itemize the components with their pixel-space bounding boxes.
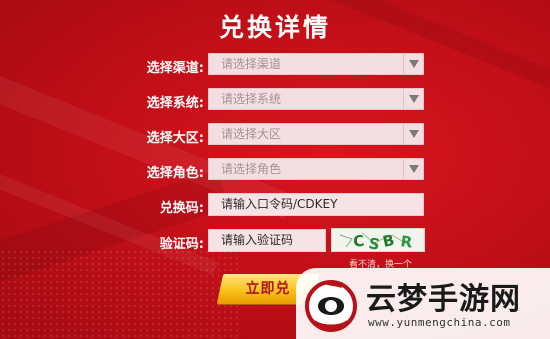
captcha-label: 验证码: bbox=[159, 237, 204, 252]
role-row: 选择角色: 请选择角色 bbox=[0, 158, 550, 182]
role-select[interactable]: 请选择角色 bbox=[208, 158, 424, 180]
captcha-image[interactable]: C S B R bbox=[331, 228, 425, 252]
captcha-glyphs: C S B R bbox=[339, 231, 414, 252]
captcha-row: 验证码: 请输入验证码 bbox=[0, 229, 550, 253]
chevron-down-icon[interactable] bbox=[403, 54, 423, 74]
watermark-name: 云梦手游网 bbox=[366, 282, 521, 317]
code-label: 兑换码: bbox=[159, 201, 204, 216]
system-select[interactable]: 请选择系统 bbox=[208, 88, 424, 110]
code-input[interactable]: 请输入口令码/CDKEY bbox=[208, 193, 424, 216]
system-label: 选择系统: bbox=[146, 96, 204, 111]
watermark-logo-icon bbox=[305, 280, 357, 332]
role-placeholder: 请选择角色 bbox=[221, 162, 282, 176]
code-row: 兑换码: 请输入口令码/CDKEY bbox=[0, 193, 550, 217]
decor-dots bbox=[0, 249, 240, 339]
page-title: 兑换详情 bbox=[218, 13, 331, 42]
system-placeholder: 请选择系统 bbox=[221, 92, 282, 106]
svg-text:S: S bbox=[367, 234, 381, 252]
role-label: 选择角色: bbox=[146, 166, 204, 181]
channel-label: 选择渠道: bbox=[146, 61, 204, 76]
chevron-down-icon[interactable] bbox=[403, 89, 423, 109]
watermark: 云梦手游网 www.yunmengchina.com bbox=[296, 268, 550, 339]
system-row: 选择系统: 请选择系统 bbox=[0, 88, 550, 112]
channel-placeholder: 请选择渠道 bbox=[221, 57, 282, 71]
svg-text:R: R bbox=[399, 232, 413, 251]
region-row: 选择大区: 请选择大区 bbox=[0, 123, 550, 147]
region-select[interactable]: 请选择大区 bbox=[208, 123, 424, 145]
chevron-down-icon[interactable] bbox=[403, 159, 423, 179]
svg-text:B: B bbox=[381, 231, 396, 251]
watermark-url: www.yunmengchina.com bbox=[368, 316, 511, 329]
channel-select[interactable]: 请选择渠道 bbox=[208, 53, 424, 75]
chevron-down-icon[interactable] bbox=[403, 124, 423, 144]
captcha-input[interactable]: 请输入验证码 bbox=[208, 229, 326, 252]
region-placeholder: 请选择大区 bbox=[221, 127, 282, 141]
channel-row: 选择渠道: 请选择渠道 bbox=[0, 53, 550, 77]
region-label: 选择大区: bbox=[146, 131, 204, 146]
